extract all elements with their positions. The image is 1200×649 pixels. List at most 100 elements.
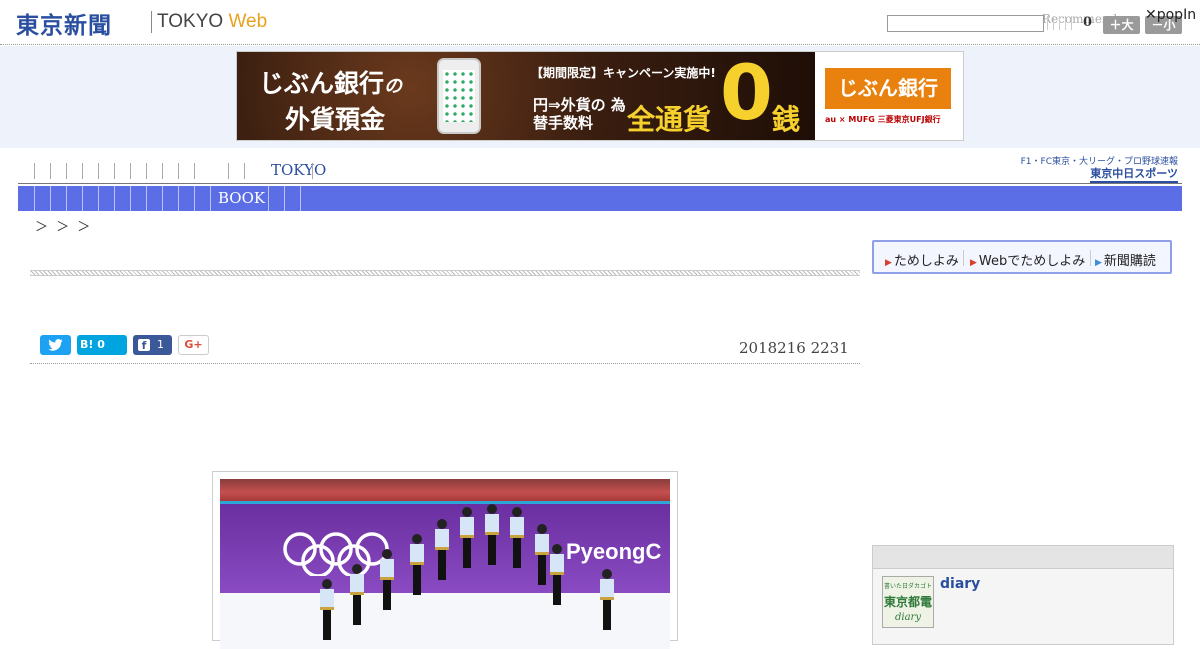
- facebook-count: 1: [157, 338, 164, 351]
- ad-all-currency: 全通貨: [627, 103, 712, 136]
- sub-nav-item[interactable]: [114, 186, 115, 211]
- twitter-icon: [48, 339, 63, 351]
- nav-item-tokyo[interactable]: TOKYO: [271, 161, 326, 179]
- logo-divider: [151, 11, 152, 33]
- ad-banner[interactable]: じぶん銀行の 外貨預金 【期間限定】キャンペーン実施中! 円⇒外貨の 為替手数料…: [236, 51, 964, 141]
- sub-nav-item-book[interactable]: BOOK: [218, 189, 265, 207]
- menu-divider: [963, 250, 964, 266]
- nav-item[interactable]: [98, 163, 99, 179]
- skater-figure: [460, 507, 474, 568]
- meta-rule: [30, 363, 860, 364]
- sub-nav-item[interactable]: [300, 186, 301, 211]
- article-photo-frame: PyeongC: [212, 471, 678, 649]
- hatena-count: 0: [97, 338, 105, 351]
- google-plus-button[interactable]: G+: [178, 335, 209, 355]
- diary-widget-header: [873, 546, 1173, 569]
- nav-item[interactable]: [66, 163, 67, 179]
- tokyo-web-logo[interactable]: TOKYO Web: [157, 11, 267, 33]
- nav-item[interactable]: [162, 163, 163, 179]
- ad-subheadline: 外貨預金: [285, 105, 386, 134]
- trial-read-link[interactable]: ▶ ためしよみ: [885, 250, 959, 269]
- web-trial-read-link[interactable]: ▶ Webでためしよみ: [970, 250, 1085, 269]
- sub-nav-item[interactable]: [34, 186, 35, 211]
- facebook-share-button[interactable]: f 1: [133, 335, 172, 355]
- hatena-bookmark-button[interactable]: B! 0: [77, 335, 127, 355]
- skater-figure: [550, 544, 564, 605]
- nav-item[interactable]: [50, 163, 51, 179]
- skater-figure: [485, 504, 499, 565]
- site-header: 東京新聞 TOKYO Web Recommend 0 ＋大 －小 ✕popIn: [0, 0, 1200, 45]
- ad-headline: じぶん銀行の: [259, 64, 402, 100]
- logo-tokyo-text: TOKYO: [157, 11, 224, 32]
- chunichi-sports-link[interactable]: F1・FC東京・大リーグ・プロ野球速報 東京中日スポーツ: [1021, 154, 1178, 183]
- skater-figure: [320, 579, 334, 640]
- sub-nav-item[interactable]: [66, 186, 67, 211]
- ad-headline-bank: じぶん銀行: [259, 69, 385, 98]
- ad-partner-logos: au × MUFG 三菱東京UFJ銀行: [825, 115, 941, 124]
- sub-nav-item[interactable]: [268, 186, 269, 211]
- sub-nav-item[interactable]: [284, 186, 285, 211]
- nav-item[interactable]: [312, 163, 313, 179]
- sub-nav-item[interactable]: [98, 186, 99, 211]
- nav-item[interactable]: [178, 163, 179, 179]
- diary-thumb-title: 東京都電: [883, 595, 932, 609]
- skater-figure: [380, 549, 394, 610]
- sub-nav-item[interactable]: [50, 186, 51, 211]
- skater-figure: [600, 569, 614, 630]
- photo-audience: [220, 479, 670, 501]
- nav-item[interactable]: [114, 163, 115, 179]
- sub-nav: BOOK: [18, 186, 1182, 211]
- breadcrumb[interactable]: ＞ ＞ ＞: [35, 216, 92, 235]
- publish-date: 2018216 2231: [739, 339, 849, 357]
- tokyo-shimbun-logo[interactable]: 東京新聞: [16, 6, 112, 40]
- nav-item[interactable]: [146, 163, 147, 179]
- trial-read-label: ためしよみ: [893, 254, 959, 269]
- search-input[interactable]: [887, 15, 1044, 32]
- sub-nav-item[interactable]: [82, 186, 83, 211]
- sub-nav-item[interactable]: [146, 186, 147, 211]
- sub-nav-item[interactable]: [178, 186, 179, 211]
- facebook-icon: f: [138, 339, 150, 352]
- smartphone-image: [437, 58, 481, 134]
- sub-nav-item[interactable]: [194, 186, 195, 211]
- subscribe-label: 新聞購読: [1103, 254, 1156, 269]
- triangle-right-icon: ▶: [970, 258, 977, 268]
- article-photo[interactable]: PyeongC: [220, 479, 670, 649]
- logo-web-text: Web: [228, 11, 268, 32]
- twitter-share-button[interactable]: [40, 335, 71, 355]
- web-trial-read-label: Webでためしよみ: [978, 254, 1086, 269]
- menu-divider: [1090, 250, 1091, 266]
- nav-item[interactable]: [228, 163, 229, 179]
- ad-brand-panel: じぶん銀行 au × MUFG 三菱東京UFJ銀行: [815, 52, 963, 140]
- ad-brand-logo: じぶん銀行: [825, 68, 951, 109]
- font-size-large-button[interactable]: ＋大: [1103, 16, 1140, 34]
- popin-close-button[interactable]: ✕popIn: [1145, 7, 1196, 23]
- olympic-rings-icon: [283, 532, 389, 576]
- diary-thumbnail[interactable]: 書いた日ダカゴト 東京都電 diary: [882, 576, 934, 628]
- skater-figure: [410, 534, 424, 595]
- nav-item[interactable]: [82, 163, 83, 179]
- skater-figure: [535, 524, 549, 585]
- ad-rate-label: 円⇒外貨の 為替手数料: [533, 96, 626, 132]
- recommend-count: 0: [1083, 15, 1093, 30]
- skater-figure: [510, 507, 524, 568]
- diary-link[interactable]: diary: [940, 576, 980, 592]
- recommend-ticks: [1047, 16, 1077, 30]
- hatena-icon: B!: [80, 338, 94, 351]
- ad-promo-text: 【期間限定】キャンペーン実施中!: [531, 66, 716, 80]
- ad-creative: じぶん銀行の 外貨預金 【期間限定】キャンペーン実施中! 円⇒外貨の 為替手数料…: [237, 52, 815, 140]
- sub-nav-item[interactable]: [210, 186, 211, 211]
- sub-nav-item[interactable]: [162, 186, 163, 211]
- sports-logo: 東京中日スポーツ: [1090, 165, 1178, 183]
- subscribe-link[interactable]: ▶ 新聞購読: [1095, 250, 1156, 269]
- nav-item[interactable]: [130, 163, 131, 179]
- ad-headline-particle: の: [384, 76, 403, 97]
- headline-rule: [30, 270, 860, 276]
- global-nav: TOKYO: [18, 160, 1182, 184]
- sub-nav-item[interactable]: [130, 186, 131, 211]
- ad-sen: 銭: [772, 103, 801, 136]
- nav-item[interactable]: [194, 163, 195, 179]
- nav-item[interactable]: [244, 163, 245, 179]
- nav-item[interactable]: [34, 163, 35, 179]
- pyeongchang-wordmark: PyeongC: [566, 539, 662, 564]
